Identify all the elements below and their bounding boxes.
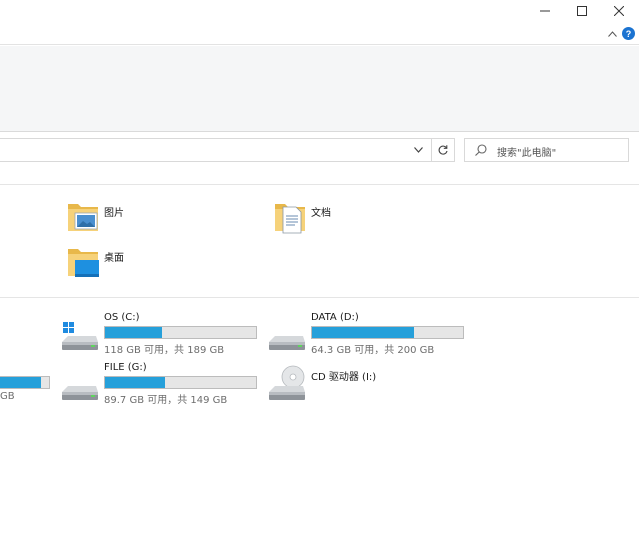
drive-usage-bar-c [104,326,257,339]
ribbon-collapse-button[interactable] [605,27,619,41]
hard-drive-icon [269,336,305,350]
help-icon[interactable]: ? [622,27,635,40]
drive-d[interactable] [267,320,307,355]
drive-usage-bar [0,376,50,389]
folder-label-pictures: 图片 [104,208,124,219]
maximize-icon [577,6,587,16]
drive-name-d: DATA (D:) [311,312,359,323]
ribbon-panel [0,46,639,132]
folder-documents[interactable] [273,200,307,237]
drive-usage-fill [0,377,41,388]
drive-name-i: CD 驱动器 (I:) [311,372,377,383]
title-bar [0,0,639,22]
drive-usage-fill-g [105,377,166,388]
minimize-icon [540,10,550,12]
section-divider [0,184,639,185]
address-history-dropdown[interactable] [408,140,428,160]
drive-usage-bar-g [104,376,257,389]
close-button[interactable] [600,0,638,22]
drive-name-c: OS (C:) [104,312,140,323]
drive-g[interactable] [60,370,100,405]
hard-drive-icon [62,386,98,400]
drive-usage-bar-d [311,326,464,339]
chevron-up-icon [607,31,617,37]
drive-c[interactable] [60,320,100,355]
search-icon [475,144,487,156]
desktop-folder-icon [68,249,99,277]
drive-name-g: FILE (G:) [104,362,147,373]
drive-usage-fill-d [312,327,415,338]
drive-i[interactable] [267,364,307,405]
pictures-folder-icon [68,204,98,231]
address-bar[interactable] [0,138,454,162]
section-divider [0,297,639,298]
maximize-button[interactable] [563,0,601,22]
drive-usage-text: GB [0,391,15,402]
folder-label-desktop: 桌面 [104,253,124,264]
windows-drive-icon [62,322,98,350]
folder-desktop[interactable] [66,245,100,282]
drive-usage-fill-c [105,327,162,338]
chevron-down-icon [413,147,423,153]
drive-usage-text-g: 89.7 GB 可用，共 149 GB [104,395,228,406]
close-icon [614,6,624,16]
search-placeholder: 搜索"此电脑" [497,148,557,159]
documents-folder-icon [275,204,305,234]
folder-pictures[interactable] [66,200,100,237]
folder-label-documents: 文档 [311,208,331,219]
cd-drive-icon [269,365,305,400]
drive-usage-text-c: 118 GB 可用，共 189 GB [104,345,225,356]
drive-usage-text-d: 64.3 GB 可用，共 200 GB [311,345,435,356]
ribbon-tab-bar: ? [0,22,639,45]
refresh-icon [438,145,448,155]
refresh-button[interactable] [431,138,455,162]
minimize-button[interactable] [526,0,564,22]
